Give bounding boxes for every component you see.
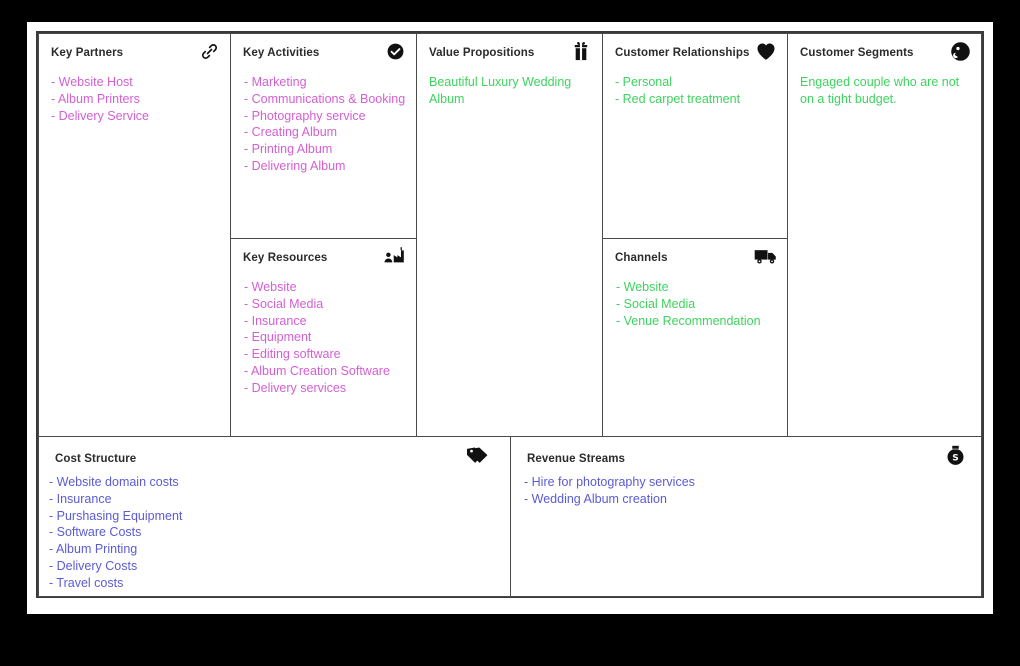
list-item: - Wedding Album creation (524, 491, 667, 506)
list-item: - Album Printing (49, 542, 138, 557)
money-bag-icon: S (943, 443, 967, 467)
panel-customer-segments[interactable]: Customer Segments Engaged couple who are… (787, 33, 982, 437)
list-item: - Social Media (244, 296, 324, 311)
panel-title-key-activities: Key Activities (243, 47, 320, 59)
list-item: - Social Media (616, 296, 696, 311)
panel-body: - Website - Social Media - Insurance - E… (231, 269, 416, 397)
panel-header: Key Resources (231, 239, 416, 269)
panel-body: - Hire for photography services - Weddin… (511, 467, 981, 508)
panel-body: - Marketing - Communications & Booking -… (231, 64, 416, 175)
panel-header: Customer Relationships (603, 34, 787, 64)
panel-title-value-propositions: Value Propositions (429, 47, 535, 59)
panel-revenue-streams[interactable]: Revenue Streams S - Hire for photography… (510, 436, 982, 597)
panel-title-channels: Channels (615, 252, 668, 264)
list-item: - Album Creation Software (244, 363, 390, 378)
panel-key-activities[interactable]: Key Activities - Marketing - Communicati… (230, 33, 417, 239)
list-item: - Website (244, 280, 297, 294)
panel-customer-relationships[interactable]: Customer Relationships - Personal - Red … (602, 33, 788, 239)
list-item: Engaged couple who are not on a tight bu… (800, 75, 963, 106)
list-item: - Purshasing Equipment (49, 508, 183, 523)
panel-header: Key Activities (231, 34, 416, 64)
panel-body: - Website - Social Media - Venue Recomme… (603, 269, 787, 329)
link-icon (197, 39, 221, 63)
panel-cost-structure[interactable]: Cost Structure - Website domain costs - … (38, 436, 511, 597)
list-item: - Venue Recommendation (616, 313, 761, 328)
list-item: - Website Host (51, 75, 133, 89)
list-item: - Editing software (244, 347, 341, 362)
panel-body: Engaged couple who are not on a tight bu… (788, 64, 981, 108)
list-item: - Travel costs (49, 575, 124, 590)
list-item: - Equipment (244, 330, 312, 345)
panel-title-customer-segments: Customer Segments (800, 47, 914, 59)
panel-body: - Personal - Red carpet treatment (603, 64, 787, 108)
list-item: - Printing Album (244, 142, 333, 157)
truck-icon (754, 244, 778, 268)
panel-header: Customer Segments (788, 34, 981, 64)
heart-icon (754, 39, 778, 63)
gift-icon (569, 39, 593, 63)
panel-body: - Website domain costs - Insurance - Pur… (39, 467, 510, 592)
list-item: - Website domain costs (49, 475, 179, 489)
business-model-canvas-sheet: Key Partners - Website Host - Album Prin… (27, 22, 993, 614)
list-item: Beautiful Luxury Wedding Album (429, 75, 575, 106)
list-item: - Marketing (244, 75, 307, 89)
panel-body: - Website Host - Album Printers - Delive… (39, 64, 230, 124)
panel-header: Key Partners (39, 34, 230, 64)
list-item: - Creating Album (244, 125, 338, 140)
list-item: - Insurance (244, 313, 307, 328)
list-item: - Hire for photography services (524, 475, 695, 489)
list-item: - Insurance (49, 491, 112, 506)
list-item: - Website (616, 280, 669, 294)
svg-text:S: S (952, 453, 958, 463)
panel-header: Revenue Streams S (511, 437, 981, 467)
panel-header: Cost Structure (39, 437, 510, 467)
list-item: - Red carpet treatment (615, 91, 741, 106)
list-item: - Personal (615, 75, 672, 89)
panel-title-customer-relationships: Customer Relationships (615, 47, 750, 59)
list-item: - Album Printers (51, 91, 140, 106)
list-item: - Communications & Booking (244, 91, 406, 106)
factory-worker-icon (383, 244, 407, 268)
panel-title-cost-structure: Cost Structure (55, 453, 137, 465)
panel-header: Value Propositions (417, 34, 602, 64)
panel-body: Beautiful Luxury Wedding Album (417, 64, 602, 108)
list-item: - Delivering Album (244, 158, 346, 173)
check-circle-icon (383, 39, 407, 63)
panel-title-key-partners: Key Partners (51, 47, 124, 59)
list-item: - Delivery Costs (49, 558, 138, 573)
canvas-grid: Key Partners - Website Host - Album Prin… (36, 31, 984, 598)
list-item: - Photography service (244, 108, 366, 123)
panel-header: Channels (603, 239, 787, 269)
list-item: - Delivery services (244, 380, 347, 395)
price-tag-icon (466, 444, 490, 468)
list-item: - Delivery Service (51, 108, 149, 123)
panel-title-key-resources: Key Resources (243, 252, 328, 264)
panel-title-revenue-streams: Revenue Streams (527, 453, 626, 465)
panel-key-resources[interactable]: Key Resources - Website - Social Media -… (230, 238, 417, 437)
panel-key-partners[interactable]: Key Partners - Website Host - Album Prin… (38, 33, 231, 437)
profile-circle-icon (948, 39, 972, 63)
list-item: - Software Costs (49, 525, 142, 540)
panel-channels[interactable]: Channels - Website - Social Media - Venu… (602, 238, 788, 437)
panel-value-propositions[interactable]: Value Propositions Beautiful Luxury Wedd… (416, 33, 603, 437)
